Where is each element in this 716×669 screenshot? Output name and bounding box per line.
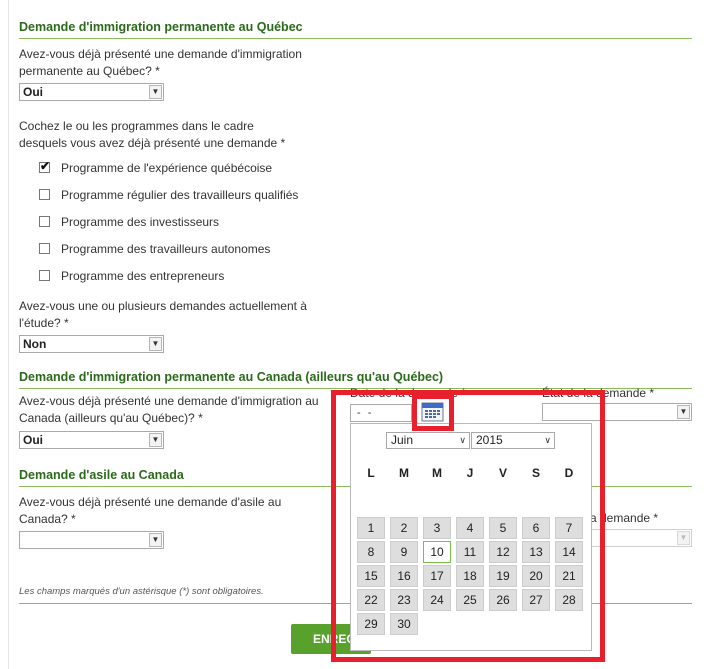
calendar-day[interactable]: 2: [390, 517, 418, 539]
month-value: Juin: [391, 433, 414, 447]
calendar-day[interactable]: 23: [390, 589, 418, 611]
calendar-popup: Juin ∨ 2015 ∨ L M M J V S D 1 2 3 4 5 6 7 8 9 10 1…: [350, 423, 592, 651]
calendar-day[interactable]: 13: [522, 541, 550, 563]
question-line: Cochez le ou les programmes dans le cadr…: [19, 119, 254, 133]
chevron-down-icon: ∨: [544, 435, 551, 445]
weekday-header: M: [432, 466, 442, 480]
asylum-status-label: a demande *: [590, 511, 659, 525]
question-line: l'étude? *: [19, 316, 69, 330]
calendar-day[interactable]: 25: [456, 589, 484, 611]
select-value: Non: [23, 337, 47, 351]
calendar-day[interactable]: 4: [456, 517, 484, 539]
calendar-day[interactable]: 16: [390, 565, 418, 587]
calendar-day[interactable]: 12: [489, 541, 517, 563]
chevron-down-icon: ▼: [149, 533, 162, 547]
select-value: Oui: [23, 433, 43, 447]
program-label: Programme des entrepreneurs: [61, 269, 225, 283]
month-select[interactable]: Juin ∨: [386, 432, 470, 449]
weekday-header: M: [399, 466, 409, 480]
question-pending-applications: Avez-vous une ou plusieurs demandes actu…: [19, 298, 319, 332]
question-line: Canada (ailleurs qu'au Québec)? *: [19, 411, 203, 425]
question-line: Avez-vous une ou plusieurs demandes actu…: [19, 299, 307, 313]
chevron-down-icon: ▼: [677, 405, 690, 419]
program-checkbox[interactable]: [39, 243, 50, 254]
select-value: Oui: [23, 85, 43, 99]
calendar-day[interactable]: 14: [555, 541, 583, 563]
status-label: État de la demande *: [542, 386, 655, 400]
calendar-day[interactable]: 3: [423, 517, 451, 539]
calendar-day[interactable]: 30: [390, 613, 418, 635]
calendar-day[interactable]: 26: [489, 589, 517, 611]
calendar-day[interactable]: 5: [489, 517, 517, 539]
calendar-day[interactable]: 18: [456, 565, 484, 587]
program-checkbox[interactable]: ✔: [39, 159, 51, 173]
year-select[interactable]: 2015 ∨: [471, 432, 555, 449]
program-label: Programme des investisseurs: [61, 215, 220, 229]
chevron-down-icon: ▼: [149, 433, 162, 447]
program-checkbox[interactable]: [39, 270, 50, 281]
question-line: permanente au Québec? *: [19, 64, 160, 78]
question-quebec-application: Avez-vous déjà présenté une demande d'im…: [19, 46, 319, 80]
calendar-day[interactable]: 6: [522, 517, 550, 539]
chevron-down-icon: ▼: [677, 531, 690, 545]
asylum-status-select: ▼: [586, 529, 692, 547]
calendar-day[interactable]: 20: [522, 565, 550, 587]
weekday-header: D: [564, 466, 574, 480]
program-checkbox[interactable]: [39, 189, 50, 200]
status-select[interactable]: ▼: [542, 403, 692, 421]
calendar-day[interactable]: 17: [423, 565, 451, 587]
date-input[interactable]: - -: [350, 404, 412, 422]
chevron-down-icon: ▼: [149, 85, 162, 99]
chevron-down-icon: ∨: [459, 435, 466, 445]
calendar-day[interactable]: 9: [390, 541, 418, 563]
calendar-icon[interactable]: [419, 400, 446, 424]
section-divider: [19, 38, 692, 39]
program-label: Programme des travailleurs autonomes: [61, 242, 271, 256]
question-line: desquels vous avez déjà présenté une dem…: [19, 136, 286, 150]
calendar-day[interactable]: 27: [522, 589, 550, 611]
calendar-day[interactable]: 10: [423, 541, 451, 563]
section-title-asylum: Demande d'asile au Canada: [19, 468, 184, 482]
canada-application-select[interactable]: Oui ▼: [19, 431, 164, 449]
program-label: Programme régulier des travailleurs qual…: [61, 188, 299, 202]
calendar-day[interactable]: 1: [357, 517, 385, 539]
calendar-day[interactable]: 15: [357, 565, 385, 587]
weekday-header: L: [367, 466, 375, 480]
question-asylum: Avez-vous déjà présenté une demande d'as…: [19, 494, 319, 528]
calendar-day[interactable]: 11: [456, 541, 484, 563]
section-title-canada: Demande d'immigration permanente au Cana…: [19, 370, 444, 384]
program-label: Programme de l'expérience québécoise: [61, 161, 273, 175]
question-line: Avez-vous déjà présenté une demande d'im…: [19, 394, 319, 408]
required-fields-note: Les champs marqués d'un astérisque (*) s…: [19, 586, 264, 597]
weekday-header: J: [466, 466, 474, 480]
weekday-header: V: [498, 466, 507, 480]
year-value: 2015: [476, 433, 503, 447]
asylum-select[interactable]: ▼: [19, 531, 164, 549]
question-line: Avez-vous déjà présenté une demande d'as…: [19, 495, 282, 509]
chevron-down-icon: ▼: [149, 337, 162, 351]
section-title-quebec: Demande d'immigration permanente au Québ…: [19, 20, 303, 34]
question-canada-application: Avez-vous déjà présenté une demande d'im…: [19, 393, 339, 427]
calendar-day[interactable]: 19: [489, 565, 517, 587]
question-line: Canada? *: [19, 512, 76, 526]
calendar-day[interactable]: 21: [555, 565, 583, 587]
question-programs: Cochez le ou les programmes dans le cadr…: [19, 118, 319, 152]
weekday-header: S: [531, 466, 540, 480]
date-label: Date de la demande *: [350, 386, 467, 400]
calendar-day[interactable]: 8: [357, 541, 385, 563]
question-line: Avez-vous déjà présenté une demande d'im…: [19, 47, 302, 61]
calendar-day[interactable]: 7: [555, 517, 583, 539]
check-icon: ✔: [40, 159, 51, 173]
calendar-day[interactable]: 28: [555, 589, 583, 611]
pending-applications-select[interactable]: Non ▼: [19, 335, 164, 353]
calendar-day[interactable]: 24: [423, 589, 451, 611]
calendar-day[interactable]: 29: [357, 613, 385, 635]
page-left-border: [8, 0, 9, 669]
quebec-application-select[interactable]: Oui ▼: [19, 83, 164, 101]
calendar-day[interactable]: 22: [357, 589, 385, 611]
program-checkbox[interactable]: [39, 216, 50, 227]
